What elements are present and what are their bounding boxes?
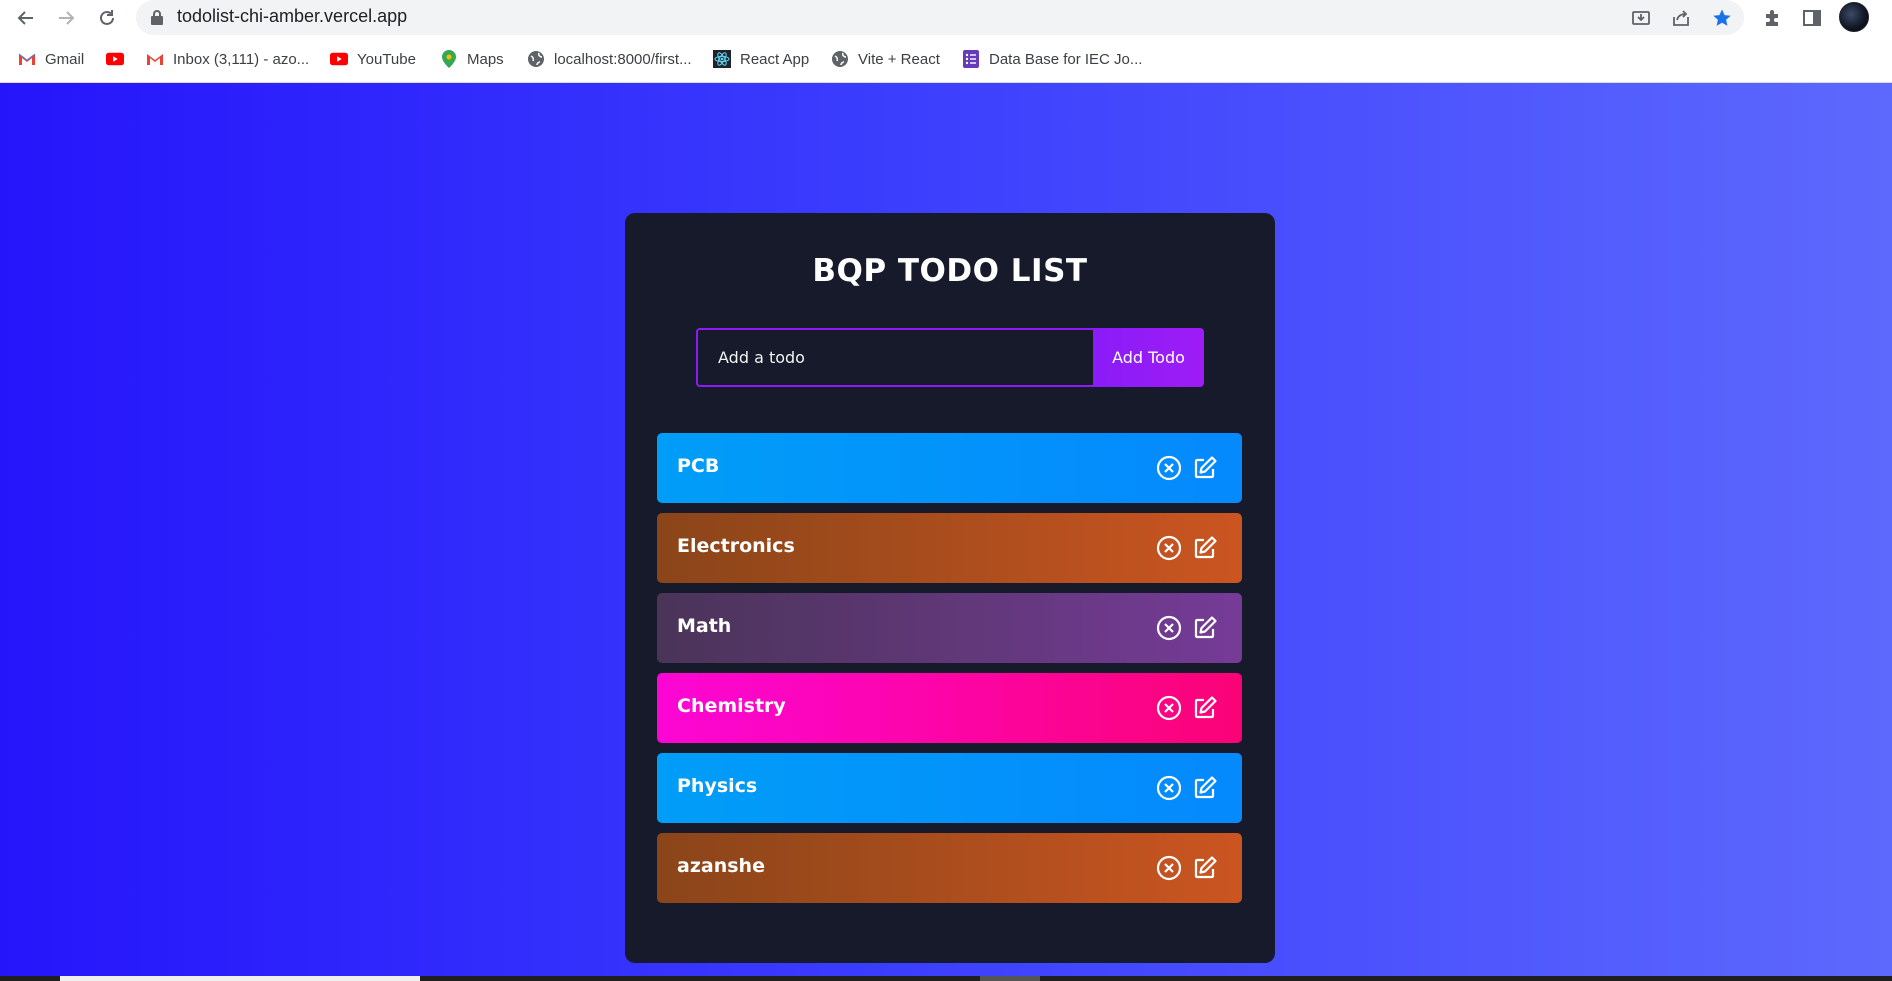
todo-item-text[interactable]: Chemistry bbox=[677, 695, 786, 717]
edit-icon[interactable] bbox=[1191, 694, 1219, 722]
bookmark-localhost[interactable]: localhost:8000/first... bbox=[527, 47, 692, 71]
bookmark-youtube[interactable]: YouTube bbox=[330, 47, 416, 71]
delete-icon[interactable] bbox=[1155, 774, 1183, 802]
back-icon[interactable] bbox=[12, 4, 40, 32]
bookmark-data-base[interactable]: Data Base for IEC Jo... bbox=[962, 47, 1142, 71]
todo-item-text[interactable]: Math bbox=[677, 615, 731, 637]
delete-icon[interactable] bbox=[1155, 534, 1183, 562]
bookmark-gmail[interactable]: Gmail bbox=[18, 47, 84, 71]
todo-input[interactable] bbox=[696, 328, 1096, 387]
edit-icon[interactable] bbox=[1191, 534, 1219, 562]
bookmarks-bar: Gmail Inbox (3,111) - azo... YouTube Map… bbox=[0, 35, 1892, 83]
profile-avatar[interactable] bbox=[1839, 2, 1869, 32]
bookmark-maps[interactable]: Maps bbox=[440, 47, 504, 71]
edit-icon[interactable] bbox=[1191, 614, 1219, 642]
todo-item: Chemistry bbox=[657, 673, 1242, 743]
side-panel-icon[interactable] bbox=[1799, 5, 1825, 31]
page-title: BQP TODO LIST bbox=[812, 253, 1088, 289]
forward-icon[interactable] bbox=[52, 4, 80, 32]
maps-pin-icon bbox=[440, 50, 458, 68]
bookmark-youtube-small[interactable] bbox=[106, 47, 133, 71]
taskbar-segment bbox=[980, 976, 1040, 981]
os-taskbar bbox=[0, 976, 1892, 981]
taskbar-active-segment bbox=[60, 976, 420, 981]
todo-item-text[interactable]: PCB bbox=[677, 455, 719, 477]
todo-item: Math bbox=[657, 593, 1242, 663]
delete-icon[interactable] bbox=[1155, 854, 1183, 882]
url-text[interactable]: todolist-chi-amber.vercel.app bbox=[177, 6, 407, 27]
lock-icon bbox=[151, 10, 163, 25]
todo-item: Electronics bbox=[657, 513, 1242, 583]
bookmark-inbox[interactable]: Inbox (3,111) - azo... bbox=[146, 47, 309, 71]
todo-item-text[interactable]: Physics bbox=[677, 775, 757, 797]
delete-icon[interactable] bbox=[1155, 614, 1183, 642]
install-icon[interactable] bbox=[1628, 5, 1654, 31]
todo-item: azanshe bbox=[657, 833, 1242, 903]
todo-form: Add Todo bbox=[696, 328, 1204, 387]
edit-icon[interactable] bbox=[1191, 454, 1219, 482]
bookmark-vite-react[interactable]: Vite + React bbox=[831, 47, 940, 71]
delete-icon[interactable] bbox=[1155, 694, 1183, 722]
browser-toolbar: todolist-chi-amber.vercel.app bbox=[0, 0, 1892, 35]
gmail-icon bbox=[146, 50, 164, 68]
extensions-icon[interactable] bbox=[1759, 5, 1785, 31]
youtube-icon bbox=[330, 50, 348, 68]
react-icon bbox=[713, 50, 731, 68]
todo-item: PCB bbox=[657, 433, 1242, 503]
reload-icon[interactable] bbox=[93, 4, 121, 32]
globe-icon bbox=[527, 50, 545, 68]
share-icon[interactable] bbox=[1668, 5, 1694, 31]
todo-item-text[interactable]: Electronics bbox=[677, 535, 795, 557]
youtube-icon bbox=[106, 50, 124, 68]
todo-card: BQP TODO LIST Add Todo PCB Electronics M… bbox=[625, 213, 1275, 963]
delete-icon[interactable] bbox=[1155, 454, 1183, 482]
add-todo-button[interactable]: Add Todo bbox=[1093, 328, 1204, 387]
bookmark-react-app[interactable]: React App bbox=[713, 47, 809, 71]
star-icon[interactable] bbox=[1709, 5, 1735, 31]
edit-icon[interactable] bbox=[1191, 854, 1219, 882]
globe-icon bbox=[831, 50, 849, 68]
gmail-icon bbox=[18, 50, 36, 68]
todo-item-text[interactable]: azanshe bbox=[677, 855, 765, 877]
page-background: BQP TODO LIST Add Todo PCB Electronics M… bbox=[0, 83, 1892, 981]
forms-icon bbox=[962, 50, 980, 68]
edit-icon[interactable] bbox=[1191, 774, 1219, 802]
todo-list: PCB Electronics Math Chemistry Physics a… bbox=[657, 433, 1242, 913]
todo-item: Physics bbox=[657, 753, 1242, 823]
